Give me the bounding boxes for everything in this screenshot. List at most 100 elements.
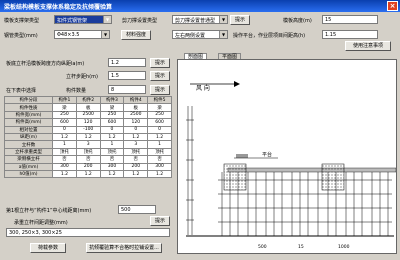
- table-cell[interactable]: 600: [52, 118, 77, 127]
- row1-hint-button[interactable]: 提示: [150, 58, 170, 68]
- table-cell[interactable]: 构件3: [99, 95, 125, 105]
- tube-select[interactable]: Φ48×3.5 ▼: [54, 30, 110, 39]
- table-cell[interactable]: 板: [123, 103, 149, 112]
- row3-mid-label: 构件数量: [66, 88, 87, 94]
- table-row: 构件性质梁板梁板梁: [4, 103, 172, 112]
- table-cell[interactable]: 构件4: [123, 95, 149, 105]
- wind-label: 风 向: [196, 84, 210, 92]
- factor-input[interactable]: 1.15: [322, 30, 378, 39]
- chevron-down-icon: ▼: [219, 16, 227, 23]
- anti-overturn-button[interactable]: 抗倾覆验算不合格时拉铺设置...: [86, 243, 162, 253]
- table-cell[interactable]: 250: [99, 110, 125, 120]
- table-cell[interactable]: 1: [99, 140, 125, 149]
- row-header-cell: a值(mm): [4, 162, 53, 171]
- table-cell[interactable]: 3: [123, 140, 149, 149]
- table-cell[interactable]: 1.2: [99, 132, 125, 142]
- table-cell[interactable]: 梁: [52, 103, 77, 112]
- table-cell[interactable]: 1.2: [75, 169, 101, 179]
- help-button[interactable]: 使用注意事项: [345, 41, 391, 51]
- table-cell[interactable]: 否: [147, 155, 172, 164]
- row3-hint-button[interactable]: 提示: [150, 85, 170, 95]
- table-cell[interactable]: 1: [147, 140, 172, 149]
- table-cell[interactable]: 1.2: [99, 169, 125, 179]
- row-header-cell: 构件分段: [4, 95, 53, 105]
- close-icon[interactable]: ×: [387, 1, 398, 11]
- table-cell[interactable]: 梁: [99, 103, 125, 112]
- scaffold-type-label: 剪刀撑设置类型: [122, 18, 158, 24]
- table-cell[interactable]: 构件2: [75, 95, 101, 105]
- table-cell[interactable]: 0: [147, 125, 172, 134]
- table-cell[interactable]: 否: [123, 155, 149, 164]
- table-cell[interactable]: 否: [99, 155, 125, 164]
- table-cell[interactable]: 顶托: [147, 147, 172, 157]
- table-cell[interactable]: 250: [147, 110, 172, 120]
- dimension-label: 15: [298, 244, 304, 250]
- table-cell[interactable]: 300: [52, 162, 77, 171]
- scaffold-type-select[interactable]: 剪刀撑设置普通型 ▼: [172, 15, 228, 24]
- height-label: 模板高度(m): [283, 18, 312, 24]
- table-cell[interactable]: 顶托: [52, 147, 77, 157]
- table-cell[interactable]: 1.2: [75, 132, 101, 142]
- row-header-cell: 梁侧横立杆: [4, 155, 53, 164]
- row4-input[interactable]: 500: [118, 205, 156, 214]
- load-params-button[interactable]: 荷载参数: [30, 243, 66, 253]
- table-cell[interactable]: 否: [52, 155, 77, 164]
- chevron-down-icon: ▼: [219, 31, 227, 38]
- spacing-input[interactable]: 300, 250×3, 300×25: [6, 228, 170, 237]
- hint-button[interactable]: 提示: [230, 15, 250, 25]
- table-cell[interactable]: 顶托: [99, 147, 125, 157]
- table-cell[interactable]: 2500: [75, 110, 101, 120]
- table-cell[interactable]: 120: [123, 118, 149, 127]
- table-cell[interactable]: 300: [99, 162, 125, 171]
- table-cell[interactable]: 顶托: [123, 147, 149, 157]
- table-cell[interactable]: 2500: [123, 110, 149, 120]
- table-cell[interactable]: 0: [52, 125, 77, 134]
- height-input[interactable]: 15: [322, 15, 378, 24]
- side-select[interactable]: 左右两侧设置 ▼: [172, 30, 228, 39]
- table-cell[interactable]: 1: [52, 140, 77, 149]
- row2-input[interactable]: 1.5: [108, 71, 146, 80]
- table-cell[interactable]: 600: [99, 118, 125, 127]
- row1-label: 板底立杆沿模板跨度方向纵距la(m): [6, 61, 85, 67]
- row2-hint-button[interactable]: 提示: [150, 71, 170, 81]
- row-header-cell: h0值(m): [4, 169, 53, 179]
- material-button[interactable]: 材料强度: [121, 30, 151, 40]
- component-count-input[interactable]: 8: [108, 85, 146, 94]
- table-cell[interactable]: 1.2: [147, 132, 172, 142]
- table-cell[interactable]: 否: [75, 155, 101, 164]
- table-cell[interactable]: 200: [75, 162, 101, 171]
- row-header-cell: 立杆承重类型: [4, 147, 53, 157]
- table-cell[interactable]: 250: [52, 110, 77, 120]
- table-cell[interactable]: -100: [75, 125, 101, 134]
- table-cell[interactable]: 600: [147, 118, 172, 127]
- table-row: 立杆数 1 3 1 3 1: [4, 140, 172, 149]
- table-cell[interactable]: 1.2: [52, 132, 77, 142]
- side-value: 左右两侧设置: [175, 33, 206, 39]
- table-cell[interactable]: 3: [75, 140, 101, 149]
- platform-block: [236, 154, 248, 158]
- beam-2: [321, 163, 345, 191]
- row5-hint-button[interactable]: 提示: [150, 216, 170, 226]
- table-row: a值(mm) 300 200 300 200 300: [4, 162, 172, 171]
- table-cell[interactable]: 构件5: [147, 95, 172, 105]
- table-cell[interactable]: 1.2: [147, 169, 172, 179]
- table-cell[interactable]: 1.2: [123, 132, 149, 142]
- table-cell[interactable]: 0: [99, 125, 125, 134]
- table-cell[interactable]: 顶托: [75, 147, 101, 157]
- chevron-down-icon: ▼: [103, 16, 111, 23]
- table-cell[interactable]: 1.2: [123, 169, 149, 179]
- row1-input[interactable]: 1.2: [108, 58, 146, 67]
- table-cell[interactable]: 板: [75, 103, 101, 112]
- table-cell[interactable]: 0: [123, 125, 149, 134]
- table-cell[interactable]: 120: [75, 118, 101, 127]
- table-cell[interactable]: 梁: [147, 103, 172, 112]
- table-cell[interactable]: 1.2: [52, 169, 77, 179]
- table-row: 纵距(m) 1.2 1.2 1.2 1.2 1.2: [4, 132, 172, 142]
- table-row: h0值(m) 1.2 1.2 1.2 1.2 1.2: [4, 169, 172, 179]
- table-cell[interactable]: 300: [147, 162, 172, 171]
- table-cell[interactable]: 200: [123, 162, 149, 171]
- row2-label: 立杆步距h(m): [66, 74, 98, 80]
- table-cell[interactable]: 构件1: [52, 95, 77, 105]
- type-select[interactable]: 扣件式钢管架 ▼: [54, 15, 112, 24]
- scaffold-drawing: 风 向 平台 500 15 1000: [186, 81, 397, 250]
